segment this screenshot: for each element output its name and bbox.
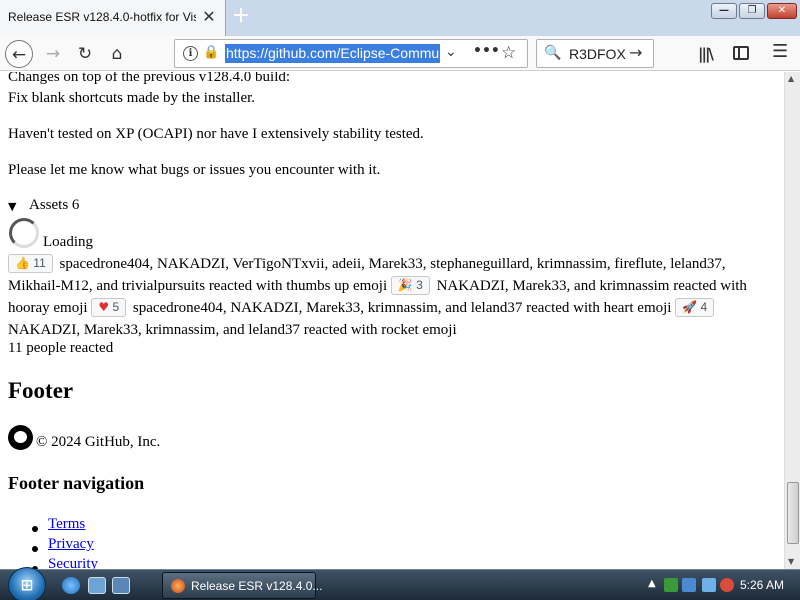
internet-explorer-icon[interactable] [62, 577, 80, 594]
volume-muted-icon[interactable] [720, 578, 734, 592]
reaction-description: spacedrone404, NAKADZI, Marek33, krimnas… [132, 300, 672, 316]
active-tab[interactable]: Release ESR v128.4.0-hotfix for Vista ✕ [0, 0, 226, 36]
release-note-line: Haven't tested on XP (OCAPI) nor have I … [8, 126, 424, 142]
search-go-button[interactable]: → [629, 43, 642, 62]
footer-link-terms[interactable]: Terms [48, 516, 85, 533]
tab-title: Release ESR v128.4.0-hotfix for Vista [8, 10, 196, 24]
switch-windows-icon[interactable] [112, 577, 130, 594]
sidebar-icon[interactable] [733, 46, 749, 60]
hooray-icon: 🎉 [397, 278, 413, 292]
scrollbar-thumb[interactable] [787, 482, 799, 544]
release-note-line: Fix blank shortcuts made by the installe… [8, 90, 256, 106]
clock[interactable]: 5:26 AM [740, 578, 784, 592]
maximize-icon: ❐ [747, 5, 757, 16]
vertical-scrollbar[interactable]: ▲ ▼ [784, 72, 800, 569]
assets-toggle[interactable]: Assets 6 [29, 197, 79, 214]
tray-expand-icon[interactable]: ▲ [648, 578, 656, 589]
rocket-icon: 🚀 [682, 300, 698, 314]
reload-button[interactable]: ↻ [71, 40, 99, 68]
thumbs-up-icon: 👍 [15, 256, 30, 270]
network-icon[interactable] [682, 578, 696, 592]
info-icon[interactable]: i [183, 46, 198, 61]
reaction-thumbs-up-button[interactable]: 👍 11 [8, 254, 53, 273]
loading-spinner-icon [9, 218, 39, 248]
new-tab-button[interactable]: + [230, 4, 252, 28]
reaction-count: 5 [112, 300, 120, 314]
list-bullet [32, 546, 38, 552]
home-button[interactable]: ⌂ [103, 40, 131, 68]
bookmark-star-icon[interactable]: ☆ [501, 43, 516, 63]
reactions-list: 👍 11 spacedrone404, NAKADZI, VerTigoNTxv… [8, 253, 778, 341]
lock-icon[interactable]: 🔒 [203, 45, 219, 60]
reaction-count: 11 [33, 256, 46, 270]
back-button[interactable]: ← [5, 40, 33, 68]
loading-text: Loading [43, 234, 93, 250]
show-desktop-icon[interactable] [88, 577, 106, 594]
heart-icon: ♥ [98, 300, 110, 314]
reaction-description: NAKADZI, Marek33, krimnassim, and leland… [8, 322, 457, 338]
reaction-count: 3 [416, 278, 423, 292]
taskbar-browser-item[interactable]: Release ESR v128.4.0... [162, 572, 322, 599]
reaction-hooray-button[interactable]: 🎉 3 [390, 276, 430, 295]
people-reacted-summary: 11 people reacted [8, 340, 114, 356]
reaction-rocket-button[interactable]: 🚀 4 [675, 298, 715, 317]
security-icon[interactable] [664, 578, 678, 592]
github-logo-icon[interactable] [8, 425, 33, 450]
scroll-down-icon[interactable]: ▼ [788, 557, 794, 566]
footer-link-privacy[interactable]: Privacy [48, 536, 94, 553]
search-engine-label[interactable]: R3DFOX [569, 46, 626, 62]
footer-heading: Footer [8, 378, 74, 403]
minimize-button[interactable]: — [711, 3, 737, 19]
close-window-button[interactable]: ✕ [767, 3, 797, 19]
minimize-icon: — [719, 5, 729, 16]
forward-button[interactable]: → [39, 40, 67, 68]
disclosure-triangle-icon[interactable]: ▼ [8, 200, 16, 213]
library-icon[interactable]: |||\ [698, 45, 714, 63]
url-input[interactable]: https://github.com/Eclipse-Community/r3d… [225, 44, 440, 63]
footer-link-security[interactable]: Security [48, 556, 98, 569]
search-icon: 🔍 [544, 45, 562, 61]
reaction-count: 4 [700, 300, 708, 314]
page-actions-icon[interactable]: ••• [473, 43, 500, 59]
start-button[interactable]: ⊞ [8, 567, 46, 600]
maximize-button[interactable]: ❐ [739, 3, 765, 19]
windows-logo-icon: ⊞ [20, 576, 34, 594]
tab-close-icon[interactable]: ✕ [200, 8, 218, 26]
display-icon[interactable] [702, 578, 716, 592]
tab-strip: Release ESR v128.4.0-hotfix for Vista ✕ … [0, 0, 800, 36]
browser-icon [171, 579, 185, 593]
chevron-down-icon[interactable]: ⌄ [445, 44, 457, 60]
list-bullet [32, 526, 38, 532]
copyright-text: © 2024 GitHub, Inc. [36, 434, 161, 450]
navigation-toolbar: ← → ↻ ⌂ i 🔒 https://github.com/Eclipse-C… [0, 36, 800, 71]
reaction-heart-button[interactable]: ♥ 5 [91, 298, 127, 317]
menu-icon[interactable]: ☰ [772, 41, 788, 62]
system-tray: ▲ 5:26 AM [640, 570, 800, 600]
release-note-line: Changes on top of the previous v128.4.0 … [8, 72, 291, 85]
scroll-up-icon[interactable]: ▲ [788, 74, 794, 83]
footer-navigation-heading: Footer navigation [8, 473, 145, 493]
page-content: Changes on top of the previous v128.4.0 … [0, 72, 784, 569]
taskbar-item-label: Release ESR v128.4.0... [191, 579, 323, 593]
search-box[interactable]: 🔍 R3DFOX → [536, 39, 654, 68]
url-bar[interactable]: i 🔒 https://github.com/Eclipse-Community… [174, 39, 528, 68]
release-note-line: Please let me know what bugs or issues y… [8, 162, 381, 178]
close-icon: ✕ [777, 5, 787, 16]
taskbar: ⊞ Release ESR v128.4.0... ▲ 5:26 AM [0, 567, 800, 600]
